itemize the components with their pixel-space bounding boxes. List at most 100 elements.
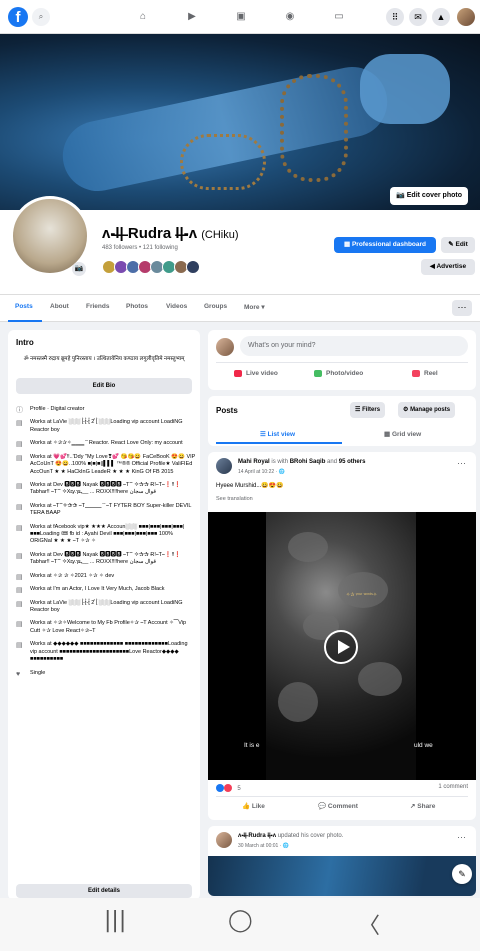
tab-posts[interactable]: Posts [15, 303, 33, 310]
menu-grid-icon[interactable]: ⠿ [386, 8, 404, 26]
avatar[interactable] [216, 338, 234, 356]
home-icon[interactable]: ⌂ [136, 10, 150, 24]
post-tagged-others[interactable]: 95 others [339, 459, 366, 465]
facebook-logo[interactable]: f [8, 7, 28, 27]
gaming-icon[interactable]: ▭ [332, 10, 346, 24]
post-timestamp[interactable]: 30 March at 00:01 · 🌐 [238, 843, 289, 849]
cover-photo[interactable] [0, 34, 480, 210]
intro-detail-item: ▤ Works at fAcebook vip★ ★★★ Accoun░░░ ■■… [16, 524, 196, 546]
briefcase-icon: ▤ [16, 621, 23, 629]
posts-header-card: Posts ☰ Filters ⚙ Manage posts ☰ List vi… [208, 396, 476, 446]
intro-detail-item: ▤ Works at ✧✰✧Welcome to My Fb Profile✧✰ … [16, 620, 196, 635]
bio-text: ॐ नमस्तस्मै रुद्राय ब्रूमहे पुनिरस्ताय ।… [23, 356, 185, 362]
grid-view-tab[interactable]: ▦ Grid view [384, 430, 421, 438]
post-timestamp[interactable]: 14 April at 10:22 · 🌐 [238, 469, 285, 475]
intro-detail-item: ▤ Works at LaVie ░░░ ɭ̊-ʈ̊-ʈ̊ 2̊ ɭ̊ ░░░Lo… [16, 600, 196, 615]
back-icon[interactable]: 〈 [358, 908, 380, 940]
notifications-icon[interactable]: ▲ [432, 8, 450, 26]
reel-icon [412, 370, 420, 377]
friend-avatar[interactable] [186, 260, 200, 274]
tab-groups[interactable]: Groups [204, 303, 227, 310]
manage-posts-button[interactable]: ⚙ Manage posts [398, 402, 456, 418]
dashboard-icon: ▦ [343, 241, 351, 248]
intro-detail-text: Works at ✧✰✧Welcome to My Fb Profile✧✰ ⎯… [30, 620, 187, 634]
post-author[interactable]: ʌ-̶l̶|̶ Rudra l̶|̶-ʌ [238, 833, 276, 839]
reel-button[interactable]: Reel [412, 370, 438, 377]
active-view-indicator [216, 442, 342, 444]
avatar[interactable] [216, 458, 232, 474]
video-detail [278, 682, 318, 722]
gear-icon: ⚙ [403, 407, 409, 413]
share-button[interactable]: ↗ Share [410, 802, 435, 810]
home-button-icon[interactable]: ◯ [228, 908, 253, 933]
messenger-icon[interactable]: ✉ [409, 8, 427, 26]
intro-detail-text: Works at LaVie ░░░ ɭ̊-ʈ̊-ʈ̊ 2̊ ɭ̊ ░░░Loa… [30, 599, 183, 614]
filters-button[interactable]: ☰ Filters [350, 402, 386, 418]
tab-photos[interactable]: Photos [126, 303, 148, 310]
followers-count[interactable]: 483 followers • 121 following [102, 245, 178, 251]
groups-icon[interactable]: ◉ [283, 10, 297, 24]
tab-about[interactable]: About [50, 303, 69, 310]
post-options-icon[interactable]: ⋯ [457, 458, 466, 469]
avatar[interactable] [216, 832, 232, 848]
post-author-line: Mahi Royal is with BRohi Saqib and 95 ot… [238, 459, 366, 465]
briefcase-icon: ▤ [16, 503, 23, 511]
briefcase-icon: ▤ [16, 587, 23, 595]
list-view-tab[interactable]: ☰ List view [260, 430, 295, 438]
live-video-button[interactable]: Live video [234, 370, 278, 377]
tab-friends[interactable]: Friends [86, 303, 109, 310]
like-button[interactable]: 👍 Like [242, 802, 265, 810]
intro-detail-item: ▤ Works at ✧✰✰✧▁▁▁ ̄ ̄ Reactor. React Lov… [16, 440, 196, 449]
intro-detail-item: ▤ Works at LaVie ░░░ ɭ̊-ʈ̊-ʈ̊ 2̊ ɭ̊ ░░░Lo… [16, 419, 196, 434]
play-button-icon[interactable] [324, 630, 358, 664]
video-caption-right: uld we [414, 742, 433, 749]
briefcase-icon: ▤ [16, 524, 23, 532]
edit-details-button[interactable]: Edit details [16, 884, 192, 898]
photo-video-button[interactable]: Photo/video [314, 370, 363, 377]
tab-videos[interactable]: Videos [166, 303, 187, 310]
recent-apps-icon[interactable]: ||| [104, 908, 126, 933]
intro-detail-item: ▤ Works at Dev 🅱🅱🅱 Nayak 🅱🅱🅱🅱 ⎯T⁀ ✧✰✰ Ɍ!⎯… [16, 482, 196, 497]
posts-title: Posts [216, 406, 238, 415]
friend-avatars[interactable] [102, 260, 200, 274]
marketplace-icon[interactable]: ▣ [234, 10, 248, 24]
top-navigation-bar: f ⌕ ⌂ ▶ ▣ ◉ ▭ ⠿ ✉ ▲ [0, 0, 480, 34]
video-icon[interactable]: ▶ [185, 10, 199, 24]
comments-count[interactable]: 1 comment [438, 784, 468, 790]
more-options-button[interactable]: ⋯ [452, 300, 472, 316]
post-options-icon[interactable]: ⋯ [457, 832, 466, 843]
video-overlay-text: ✧✰ ᵞᵒᵘʳ ʷᵒʳᵈˢ✧ [346, 592, 378, 598]
intro-details-list: ⓘ Profile · Digital creator ▤ Works at LaVi… [16, 406, 196, 683]
advertise-button[interactable]: ◀ Advertise [421, 259, 475, 275]
account-avatar[interactable] [457, 8, 475, 26]
camera-icon[interactable]: 📷 [72, 262, 86, 276]
post-tagged-friend[interactable]: BRohi Saqib [290, 459, 326, 465]
intro-detail-item: ▤ Works at ⎯T⁀✧✰✰ ⎯T▁▁▁ ̄ ̄ ⎯T FYTER BOY … [16, 503, 196, 518]
post-video[interactable]: ✧✰ ᵞᵒᵘʳ ʷᵒʳᵈˢ✧ It is e uld we [208, 512, 476, 780]
pencil-icon: ✎ [448, 241, 454, 248]
edit-bio-button[interactable]: Edit Bio [16, 378, 192, 394]
edit-cover-photo-button[interactable]: 📷 Edit cover photo [390, 187, 468, 205]
whats-on-your-mind-input[interactable]: What's on your mind? [240, 336, 468, 356]
comment-button[interactable]: 💬 Comment [318, 802, 358, 810]
briefcase-icon: ▤ [16, 482, 23, 490]
compose-pencil-icon[interactable]: ✎ [452, 864, 472, 884]
see-translation-link[interactable]: See translation [216, 496, 253, 502]
intro-detail-text: Works at ✧✰✰✧▁▁▁ ̄ ̄ Reactor. React Love… [30, 440, 183, 447]
post-card: ʌ-̶l̶|̶ Rudra l̶|̶-ʌ updated his cover p… [208, 826, 476, 896]
post-card: Mahi Royal is with BRohi Saqib and 95 ot… [208, 452, 476, 820]
search-icon[interactable]: ⌕ [32, 8, 50, 26]
briefcase-icon: ▤ [16, 441, 23, 449]
list-icon: ☰ [260, 431, 266, 438]
intro-title: Intro [16, 338, 34, 347]
edit-profile-button[interactable]: ✎ Edit [441, 237, 475, 253]
reactions-summary[interactable]: 5 [216, 784, 241, 792]
tab-more[interactable]: More ▾ [244, 303, 265, 311]
intro-detail-text: Works at 💗💕‼..'Ddy "My Love❣💕 😘😘😀 FaCeBo… [30, 453, 196, 475]
post-author[interactable]: Mahi Royal [238, 459, 270, 465]
post-author-line: ʌ-̶l̶|̶ Rudra l̶|̶-ʌ updated his cover p… [238, 833, 344, 839]
professional-dashboard-button[interactable]: ▦ Professional dashboard [334, 237, 436, 253]
post-cover-image[interactable] [208, 856, 476, 896]
intro-detail-text: Profile · Digital creator [30, 406, 85, 412]
system-navigation-bar: ||| ◯ 〈 [0, 898, 480, 951]
